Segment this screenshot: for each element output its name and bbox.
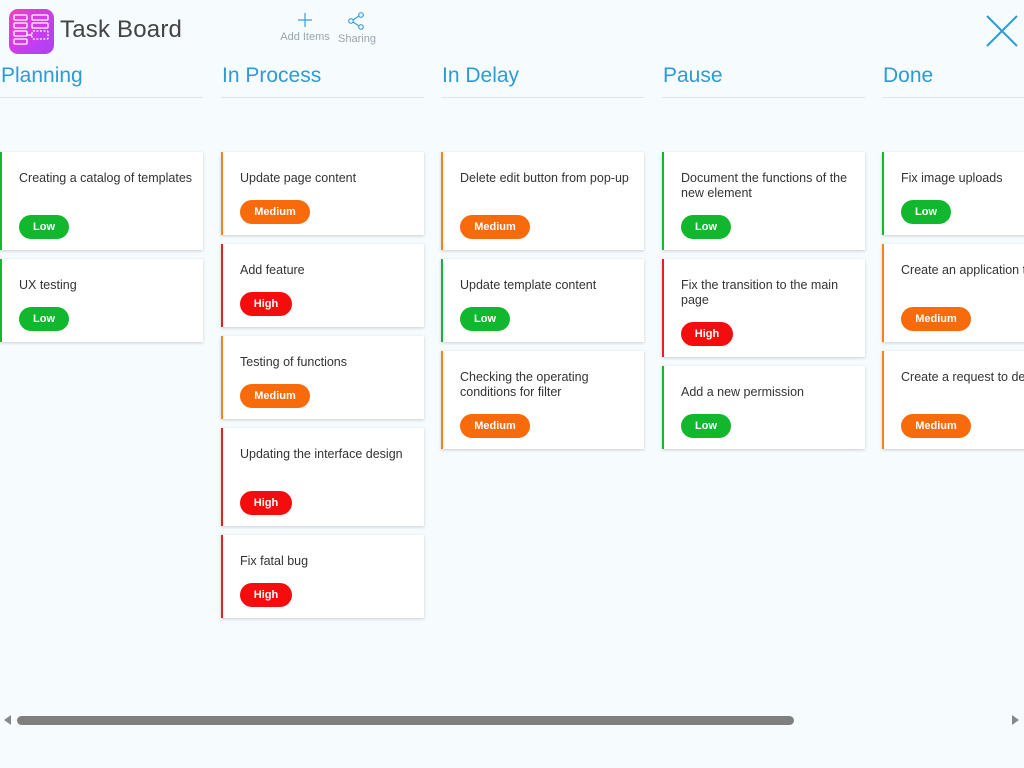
scroll-right-arrow-icon[interactable] (1012, 715, 1019, 725)
column-header: In Delay (441, 62, 644, 98)
add-items-button[interactable]: Add Items (280, 12, 330, 52)
task-card[interactable]: Update page content Medium (221, 152, 424, 235)
priority-badge: Low (681, 414, 731, 438)
scroll-thumb[interactable] (17, 716, 794, 725)
task-card[interactable]: Checking the operating conditions for fi… (441, 351, 644, 449)
task-card[interactable]: UX testing Low (0, 259, 203, 342)
priority-badge: High (681, 322, 733, 346)
task-card[interactable]: Add feature High (221, 244, 424, 327)
share-icon (348, 12, 364, 30)
priority-badge: Medium (460, 414, 530, 438)
task-title: Create a request to delete file (901, 370, 1024, 384)
priority-badge: Medium (240, 200, 310, 224)
task-card[interactable]: Document the functions of the new elemen… (662, 152, 865, 250)
task-card[interactable]: Create an application template Medium (882, 244, 1024, 342)
task-title: Checking the operating conditions for fi… (460, 370, 589, 399)
task-card[interactable]: Update template content Low (441, 259, 644, 342)
task-title: UX testing (19, 278, 77, 292)
sharing-button[interactable]: Sharing (336, 12, 378, 52)
column-planning: Planning Creating a catalog of templates L… (0, 62, 203, 342)
priority-badge: Low (19, 307, 69, 331)
column-in-delay: In Delay Delete edit button from pop-up Me… (441, 62, 644, 449)
task-card[interactable]: Fix the transition to the main page High (662, 259, 865, 357)
column-header: Done (882, 62, 1024, 98)
column-header: Planning (0, 62, 203, 98)
task-card[interactable]: Creating a catalog of templates Low (0, 152, 203, 250)
priority-badge: Low (901, 200, 951, 224)
task-board-app: Task Board Add Items Sharing Planning Cr… (0, 0, 1024, 768)
column-pause: Pause Document the functions of the new e… (662, 62, 865, 449)
task-title: Update page content (240, 171, 357, 185)
card-list: Update page content Medium Add feature High… (221, 152, 424, 627)
task-title: Delete edit button from pop-up (460, 171, 629, 185)
task-title: Create an application template (901, 263, 1024, 277)
card-list: Creating a catalog of templates Low UX tes… (0, 152, 203, 351)
priority-badge: High (240, 583, 292, 607)
plus-icon (298, 13, 312, 27)
task-card[interactable]: Delete edit button from pop-up Medium (441, 152, 644, 250)
board: Planning Creating a catalog of templates L… (0, 62, 1024, 702)
priority-badge: Medium (901, 414, 971, 438)
horizontal-scrollbar[interactable] (0, 712, 1024, 728)
priority-badge: Medium (901, 307, 971, 331)
priority-badge: High (240, 292, 292, 316)
priority-badge: Low (460, 307, 510, 331)
task-title: Updating the interface design (240, 447, 403, 461)
priority-badge: Low (19, 215, 69, 239)
column-done: Done Fix image uploads Low Create an applic… (882, 62, 1024, 449)
sharing-label: Sharing (338, 33, 376, 45)
task-title: Add a new permission (681, 385, 804, 399)
task-title: Add feature (240, 263, 305, 277)
task-title: Fix the transition to the main page (681, 278, 839, 307)
task-title: Fix image uploads (901, 171, 1003, 185)
column-in-process: In Process Update page content Medium Add f… (221, 62, 424, 618)
column-header: Pause (662, 62, 865, 98)
card-list: Delete edit button from pop-up Medium Upda… (441, 152, 644, 458)
task-title: Fix fatal bug (240, 554, 309, 568)
task-card[interactable]: Fix fatal bug High (221, 535, 424, 618)
app-title: Task Board (60, 16, 183, 43)
close-icon (986, 15, 1018, 47)
column-header: In Process (221, 62, 424, 98)
card-list: Fix image uploads Low Create an applicatio… (882, 152, 1024, 458)
close-button[interactable] (984, 13, 1020, 49)
task-card[interactable]: Testing of functions Medium (221, 336, 424, 419)
priority-badge: Medium (240, 384, 310, 408)
task-title: Update template content (460, 278, 597, 292)
add-items-label: Add Items (280, 31, 330, 43)
priority-badge: Medium (460, 215, 530, 239)
priority-badge: High (240, 491, 292, 515)
task-title: Creating a catalog of templates (19, 171, 193, 185)
header: Task Board Add Items Sharing (0, 0, 1024, 62)
scroll-left-arrow-icon[interactable] (4, 715, 11, 725)
task-card[interactable]: Updating the interface design High (221, 428, 424, 526)
task-title: Document the functions of the new elemen… (681, 171, 848, 200)
board-layout-icon (9, 9, 54, 54)
task-card[interactable]: Create a request to delete file Medium (882, 351, 1024, 449)
task-card[interactable]: Fix image uploads Low (882, 152, 1024, 235)
task-title: Testing of functions (240, 355, 348, 369)
task-card[interactable]: Add a new permission Low (662, 366, 865, 449)
priority-badge: Low (681, 215, 731, 239)
card-list: Document the functions of the new elemen… (662, 152, 865, 458)
